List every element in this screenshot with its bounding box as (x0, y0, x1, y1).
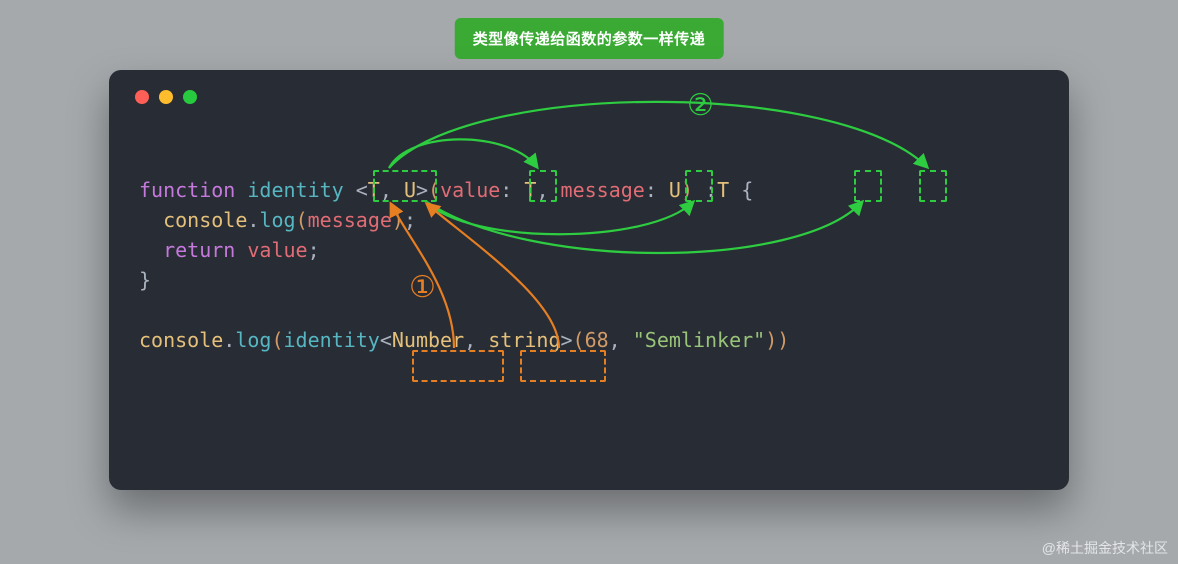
log-arg: message (308, 208, 392, 232)
type-arg-Number: Number (392, 328, 464, 352)
arrow-T-to-return (389, 102, 927, 168)
highlight-decl-U (854, 170, 882, 202)
console-obj-2: console (139, 328, 223, 352)
return-type: T (717, 178, 729, 202)
keyword-return: return (163, 238, 235, 262)
call-fn-name: identity (284, 328, 380, 352)
console-obj: console (163, 208, 247, 232)
highlight-type-arg-Number (412, 350, 504, 382)
highlight-param-T (529, 170, 557, 202)
macos-zoom-icon (183, 90, 197, 104)
param-message-type: U (669, 178, 681, 202)
title-badge: 类型像传递给函数的参数一样传递 (455, 18, 724, 59)
param-value: value (440, 178, 500, 202)
type-arg-string: string (488, 328, 560, 352)
function-name: identity (247, 178, 343, 202)
log-method-2: log (235, 328, 271, 352)
arg-string: "Semlinker" (633, 328, 765, 352)
log-method: log (259, 208, 295, 232)
highlight-param-U (685, 170, 713, 202)
keyword-function: function (139, 178, 235, 202)
step-label-1: ① (409, 270, 436, 305)
code-block: function identity <T, U>(value: T, messa… (139, 175, 789, 355)
macos-close-icon (135, 90, 149, 104)
highlight-type-decl (373, 170, 437, 202)
highlight-return-T (919, 170, 947, 202)
macos-minimize-icon (159, 90, 173, 104)
param-message: message (561, 178, 645, 202)
step-label-2: ② (687, 88, 714, 123)
code-window: function identity <T, U>(value: T, messa… (109, 70, 1069, 490)
arrow-T-to-value (389, 139, 537, 168)
highlight-type-arg-string (520, 350, 606, 382)
return-value: value (247, 238, 307, 262)
arg-number: 68 (585, 328, 609, 352)
watermark: @稀土掘金技术社区 (1042, 538, 1168, 558)
